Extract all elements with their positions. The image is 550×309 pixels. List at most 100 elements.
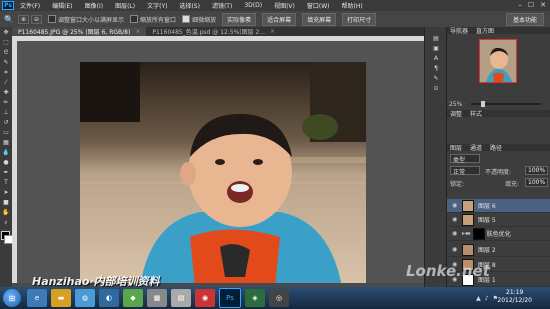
- brush-tool-icon[interactable]: ✏: [2, 99, 10, 107]
- layer-row[interactable]: ◉ ▸▬ 肤色优化: [447, 227, 550, 241]
- menu-3d[interactable]: 3D(D): [244, 2, 262, 9]
- print-size-button[interactable]: 打印尺寸: [342, 12, 377, 26]
- healing-tool-icon[interactable]: ✚: [2, 89, 10, 97]
- tab-channels[interactable]: 通道: [470, 143, 482, 152]
- volume-icon[interactable]: ♪: [485, 295, 489, 302]
- fit-screen-button[interactable]: 适合屏幕: [262, 12, 297, 26]
- eye-icon[interactable]: ◉: [452, 246, 459, 253]
- app-icon[interactable]: ▦: [147, 289, 167, 307]
- tab-paths[interactable]: 路径: [490, 143, 502, 152]
- layer-row[interactable]: ◉ 图层 2: [447, 243, 550, 257]
- resize-windows-checkbox[interactable]: [48, 15, 57, 23]
- shape-tool-icon[interactable]: ■: [2, 199, 10, 207]
- color-swatches[interactable]: [0, 231, 13, 247]
- tab-histogram[interactable]: 直方图: [476, 26, 494, 35]
- network-icon[interactable]: ▲: [476, 295, 481, 302]
- actual-pixels-button[interactable]: 实际像素: [222, 12, 257, 26]
- tab-navigator[interactable]: 导航器: [450, 26, 468, 35]
- watermark-right: Lonke.net: [406, 262, 490, 280]
- brush-panel-icon[interactable]: ✎: [432, 75, 440, 83]
- navigator-thumbnail[interactable]: [479, 39, 517, 83]
- minimize-button[interactable]: –: [518, 1, 522, 9]
- navigator-zoom[interactable]: 25%: [449, 101, 462, 108]
- blur-tool-icon[interactable]: 💧: [2, 149, 10, 157]
- zoom-all-checkbox[interactable]: [130, 15, 139, 23]
- move-tool-icon[interactable]: ✥: [2, 29, 10, 37]
- layer-thumbnail: [462, 213, 474, 226]
- zoom-in-icon[interactable]: ⊕: [17, 14, 29, 24]
- app-icon[interactable]: ◉: [195, 289, 215, 307]
- paragraph-panel-icon[interactable]: ¶: [432, 65, 440, 73]
- blend-mode-select[interactable]: 正常: [450, 166, 480, 176]
- navigator-zoom-slider[interactable]: [471, 101, 541, 107]
- history-tool-icon[interactable]: ↺: [2, 119, 10, 127]
- pen-tool-icon[interactable]: ✒: [2, 169, 10, 177]
- opacity-field[interactable]: 100%: [525, 166, 549, 175]
- maximize-button[interactable]: ☐: [528, 1, 534, 9]
- clone-source-panel-icon[interactable]: ⊙: [432, 85, 440, 93]
- zoom-tool-icon[interactable]: ⌕: [2, 219, 10, 227]
- app-icon[interactable]: ◎: [269, 289, 289, 307]
- clone-tool-icon[interactable]: ⊥: [2, 109, 10, 117]
- zoom-out-icon[interactable]: ⊖: [31, 14, 43, 24]
- hand-tool-icon[interactable]: ✋: [2, 209, 10, 217]
- app-icon[interactable]: ◐: [99, 289, 119, 307]
- right-panel-dock: 导航器 直方图 25% 调整 样式 图层 通道 路径 类型 正常 不透明度: 1…: [446, 27, 550, 287]
- menu-type[interactable]: 文字(Y): [147, 1, 167, 10]
- close-icon[interactable]: ×: [135, 28, 140, 35]
- start-button[interactable]: ⊞: [3, 289, 21, 307]
- layer-kind-filter[interactable]: 类型: [450, 154, 480, 164]
- menu-image[interactable]: 图像(I): [85, 1, 103, 10]
- lasso-tool-icon[interactable]: ᘓ: [2, 49, 10, 57]
- gradient-tool-icon[interactable]: ▦: [2, 139, 10, 147]
- close-button[interactable]: ✕: [540, 1, 546, 9]
- layer-name: 图层 2: [478, 247, 496, 254]
- marquee-tool-icon[interactable]: ⬚: [2, 39, 10, 47]
- tab-layers[interactable]: 图层: [450, 143, 462, 152]
- fill-screen-button[interactable]: 填充屏幕: [302, 12, 337, 26]
- navigator-preview: [480, 40, 516, 82]
- type-tool-icon[interactable]: T: [2, 179, 10, 187]
- properties-panel-icon[interactable]: ▣: [432, 45, 440, 53]
- tab-styles[interactable]: 样式: [470, 109, 482, 118]
- crop-tool-icon[interactable]: ⌗: [2, 69, 10, 77]
- menu-help[interactable]: 帮助(H): [342, 1, 363, 10]
- eyedropper-tool-icon[interactable]: ⁄: [2, 79, 10, 87]
- layer-row[interactable]: ◉ 图层 6: [447, 199, 550, 213]
- ie-icon[interactable]: e: [27, 289, 47, 307]
- fill-field[interactable]: 100%: [525, 178, 549, 187]
- menu-file[interactable]: 文件(F): [20, 1, 40, 10]
- quick-select-tool-icon[interactable]: ✎: [2, 59, 10, 67]
- explorer-icon[interactable]: ▬: [51, 289, 71, 307]
- app-icon[interactable]: ▤: [171, 289, 191, 307]
- app-icon[interactable]: ◆: [123, 289, 143, 307]
- photoshop-taskbar-icon[interactable]: Ps: [219, 288, 241, 308]
- taskbar-clock[interactable]: 21:19 2012/12/20: [497, 289, 532, 305]
- close-icon[interactable]: ×: [270, 28, 275, 35]
- tab-document-1[interactable]: P1160485.JPG @ 25% (图层 6, RGB/8) ×: [12, 27, 147, 36]
- layer-row[interactable]: ◉ 图层 5: [447, 213, 550, 227]
- eye-icon[interactable]: ◉: [452, 216, 459, 223]
- menu-view[interactable]: 视图(V): [274, 1, 295, 10]
- tab-document-2[interactable]: P1160485_色温.psd @ 12.5%(图层 2... ×: [146, 27, 281, 36]
- menu-edit[interactable]: 编辑(E): [52, 1, 72, 10]
- menu-select[interactable]: 选择(S): [179, 1, 200, 10]
- app-icon[interactable]: ◈: [245, 289, 265, 307]
- menu-filter[interactable]: 滤镜(T): [212, 1, 232, 10]
- history-panel-icon[interactable]: ▤: [432, 35, 440, 43]
- lock-label: 锁定:: [450, 181, 465, 188]
- windows-taskbar: ⊞ e ▬ ◍ ◐ ◆ ▦ ▤ ◉ Ps ◈ ◎: [0, 287, 550, 309]
- path-select-tool-icon[interactable]: ➤: [2, 189, 10, 197]
- document-photo[interactable]: [80, 62, 366, 287]
- app-icon[interactable]: ◍: [75, 289, 95, 307]
- eye-icon[interactable]: ◉: [452, 230, 459, 237]
- dodge-tool-icon[interactable]: ●: [2, 159, 10, 167]
- menu-layer[interactable]: 图层(L): [115, 1, 135, 10]
- scrubby-zoom-checkbox[interactable]: [182, 15, 191, 23]
- tab-adjustments[interactable]: 调整: [450, 109, 462, 118]
- menu-window[interactable]: 窗口(W): [307, 1, 330, 10]
- workspace-switcher[interactable]: 基本功能: [506, 13, 544, 26]
- eraser-tool-icon[interactable]: ▭: [2, 129, 10, 137]
- eye-icon[interactable]: ◉: [452, 202, 459, 209]
- character-panel-icon[interactable]: A: [432, 55, 440, 63]
